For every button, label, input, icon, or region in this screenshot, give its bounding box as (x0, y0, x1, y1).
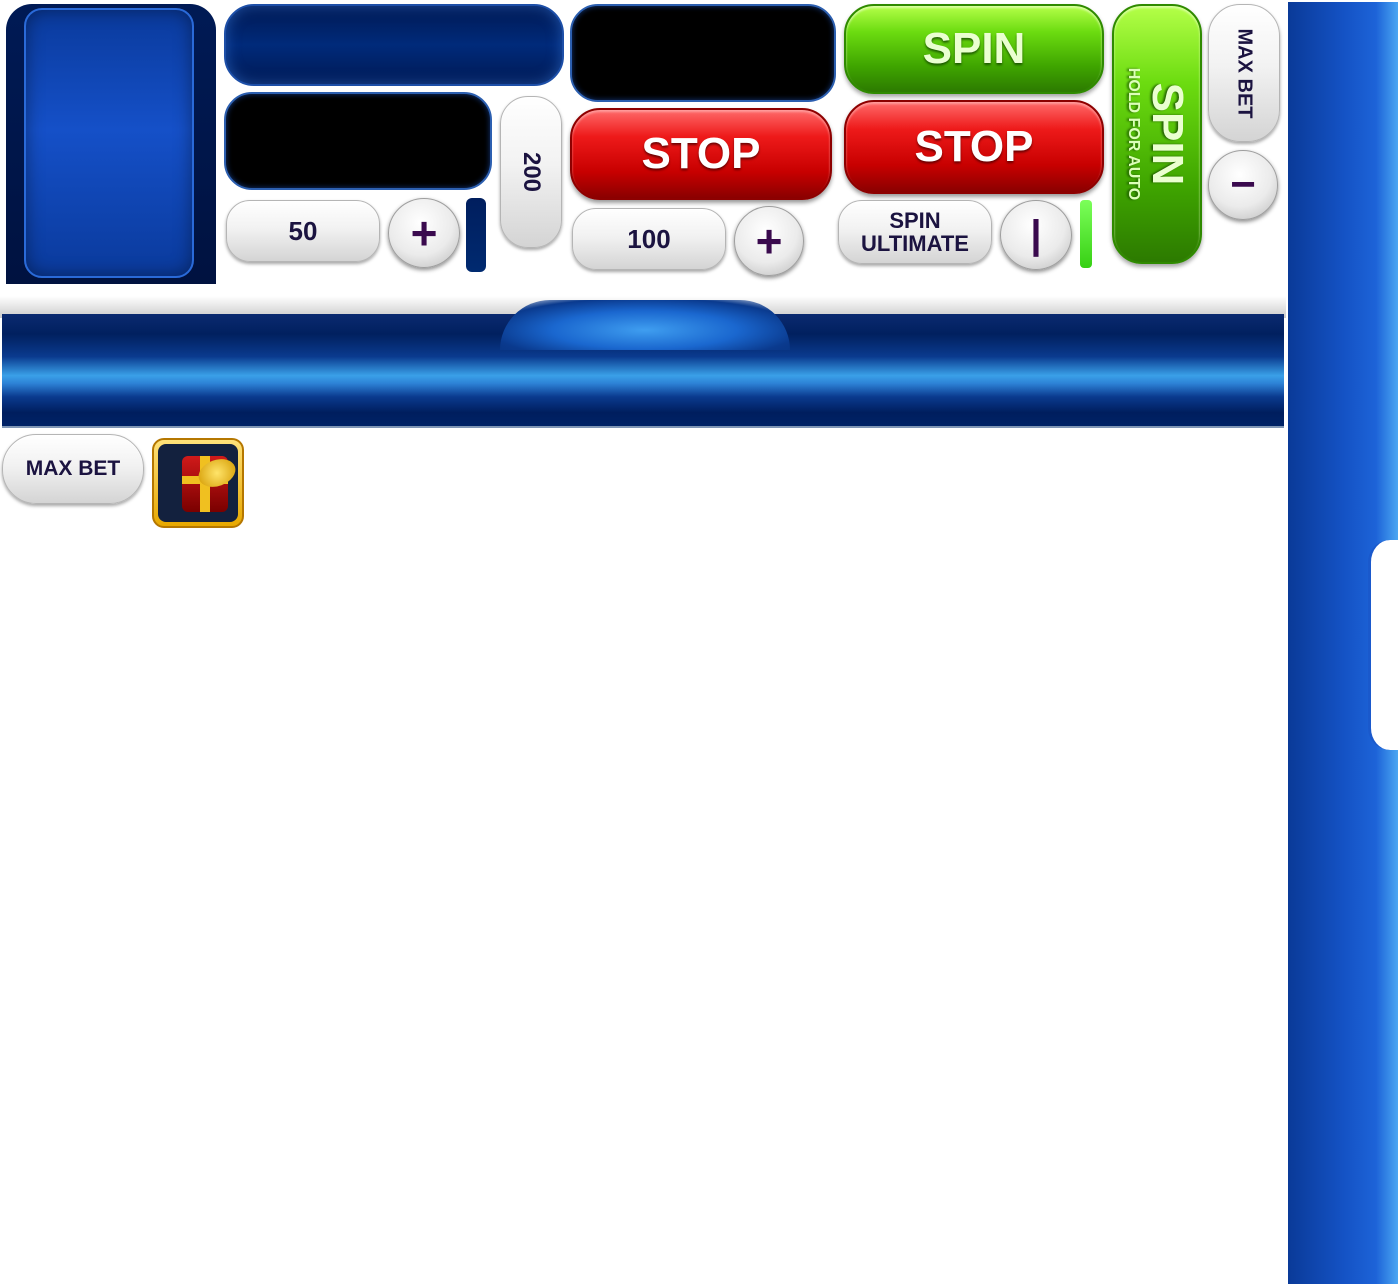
spin-button-label: SPIN (922, 24, 1026, 73)
stop-button-alt-label: STOP (914, 122, 1034, 171)
navy-display-pill (224, 4, 564, 86)
max-bet-vertical-button[interactable]: MAX BET (1208, 4, 1280, 142)
toggle-icon: | (1030, 212, 1042, 257)
max-bet-button[interactable]: MAX BET (2, 434, 144, 504)
max-bet-label: MAX BET (25, 457, 121, 480)
spin-auto-sublabel: HOLD FOR AUTO (1125, 67, 1142, 201)
spin-auto-button[interactable]: SPIN HOLD FOR AUTO (1112, 4, 1202, 264)
plus-icon: + (410, 207, 438, 259)
bet-amount-label: 50 (288, 215, 318, 246)
bet-amount-field[interactable]: 50 (226, 200, 380, 262)
toggle-button[interactable]: | (1000, 200, 1072, 270)
stop-button-alt[interactable]: STOP (844, 100, 1104, 194)
stop-button-label: STOP (641, 129, 761, 178)
win-display (570, 4, 836, 102)
max-bet-vertical-label: MAX BET (1233, 28, 1256, 118)
bar-center-glow (500, 300, 790, 350)
credit-display (224, 92, 492, 190)
gift-box-inner (158, 444, 238, 522)
bet-amount-label-2: 100 (627, 223, 671, 254)
minus-icon: − (1230, 160, 1256, 209)
bet-increase-button[interactable]: + (388, 198, 460, 268)
spin-ultimate-button[interactable]: SPIN ULTIMATE (838, 200, 992, 264)
right-panel-notch (1368, 540, 1398, 750)
gift-box-icon[interactable] (152, 438, 244, 528)
spin-button[interactable]: SPIN (844, 4, 1104, 94)
bet-indicator-bar (466, 198, 486, 272)
spin-auto-label: SPIN (1143, 82, 1192, 186)
bet-amount-field-2[interactable]: 100 (572, 208, 726, 270)
bet-value-vertical-label: 200 (517, 151, 545, 193)
spin-ultimate-line1: SPIN (889, 208, 941, 233)
left-blue-panel (24, 8, 194, 278)
bet-increase-button-2[interactable]: + (734, 206, 804, 276)
bet-decrease-button[interactable]: − (1208, 150, 1278, 220)
spin-auto-label-group: SPIN HOLD FOR AUTO (1125, 67, 1192, 201)
spin-ultimate-line2: ULTIMATE (861, 231, 969, 256)
plus-icon: + (755, 215, 783, 267)
autoplay-indicator-bar (1080, 200, 1092, 268)
stop-button[interactable]: STOP (570, 108, 832, 200)
bet-value-vertical[interactable]: 200 (500, 96, 562, 248)
